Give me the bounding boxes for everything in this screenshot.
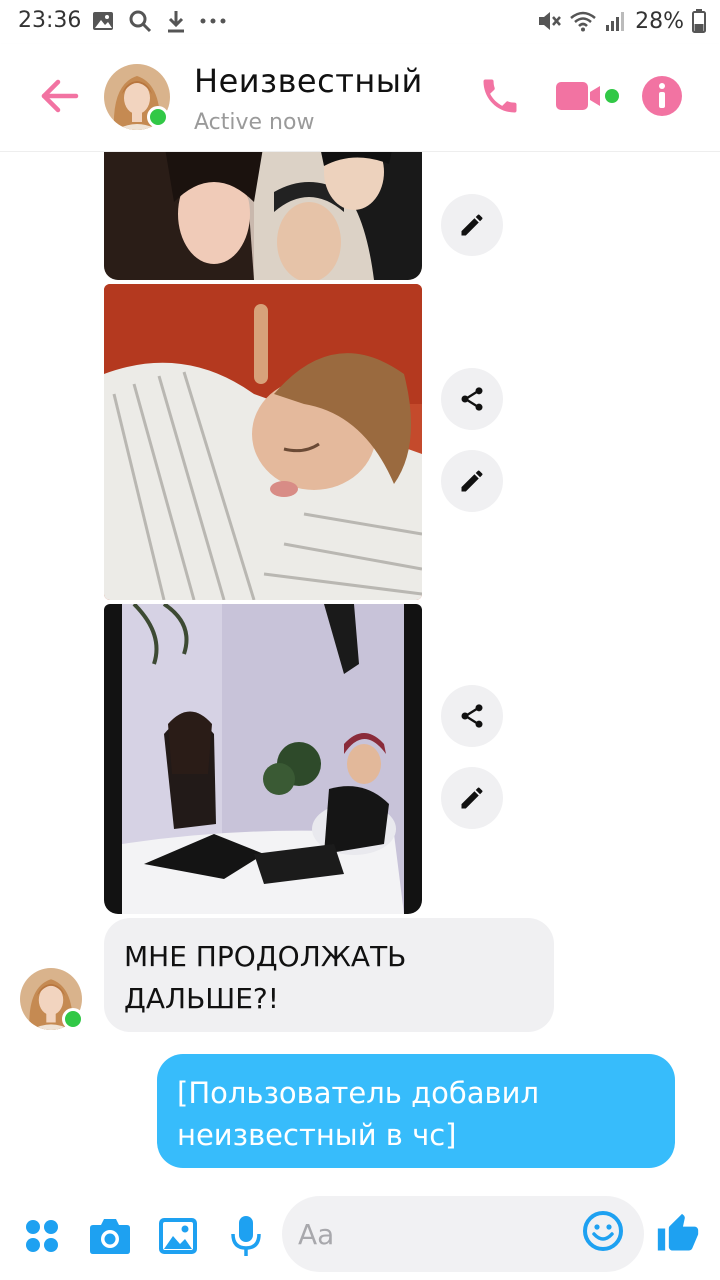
- microphone-icon: [231, 1216, 261, 1256]
- voice-call-button[interactable]: [476, 72, 524, 120]
- presence-status: Active now: [194, 110, 315, 135]
- back-arrow-icon: [41, 79, 79, 113]
- status-notifications: [92, 8, 226, 34]
- image-notification-icon: [93, 12, 113, 30]
- video-call-button[interactable]: [552, 72, 622, 120]
- battery-percent: 28%: [635, 8, 684, 34]
- status-system-icons: 28%: [537, 8, 706, 34]
- share-photo-button[interactable]: [441, 368, 503, 430]
- contact-name[interactable]: Неизвестный: [194, 62, 423, 100]
- photo-message[interactable]: [104, 284, 422, 600]
- sender-online-indicator: [62, 1008, 84, 1030]
- more-notifications-icon: [200, 18, 226, 24]
- conversation-info-button[interactable]: [640, 72, 684, 120]
- photo-message[interactable]: [104, 152, 422, 280]
- thumbs-up-icon: [657, 1213, 699, 1251]
- conversation-header: Неизвестный Active now: [0, 44, 720, 152]
- outgoing-message-bubble[interactable]: [Пользователь добавил неизвестный в чс]: [157, 1054, 675, 1168]
- gallery-icon: [159, 1218, 197, 1254]
- search-notification-icon: [129, 10, 152, 33]
- gallery-button[interactable]: [156, 1214, 200, 1258]
- like-button[interactable]: [654, 1210, 702, 1258]
- online-indicator: [147, 106, 169, 128]
- phone-icon: [483, 79, 517, 113]
- pencil-icon: [461, 214, 483, 236]
- download-notification-icon: [168, 11, 184, 33]
- emoji-button[interactable]: [582, 1210, 630, 1258]
- back-button[interactable]: [38, 74, 82, 118]
- status-bar: 23:36 28%: [0, 0, 720, 44]
- more-actions-button[interactable]: [20, 1214, 64, 1258]
- incoming-message-bubble[interactable]: МНЕ ПРОДОЛЖАТЬ ДАЛЬШЕ?!: [104, 918, 554, 1032]
- camera-icon: [90, 1219, 130, 1254]
- message-list[interactable]: МНЕ ПРОДОЛЖАТЬ ДАЛЬШЕ?! [Пользователь до…: [0, 152, 720, 1194]
- message-input[interactable]: [298, 1214, 568, 1254]
- edit-photo-button[interactable]: [441, 767, 503, 829]
- voice-message-button[interactable]: [224, 1214, 268, 1258]
- status-time: 23:36: [18, 8, 82, 33]
- wifi-icon: [570, 11, 596, 32]
- battery-icon: [692, 9, 706, 33]
- share-photo-button[interactable]: [441, 685, 503, 747]
- apps-icon: [26, 1220, 58, 1252]
- video-camera-icon: [556, 82, 619, 110]
- info-icon: [642, 76, 682, 116]
- share-icon: [461, 704, 483, 728]
- message-composer: [0, 1194, 720, 1280]
- mute-icon: [539, 12, 562, 30]
- share-icon: [461, 387, 483, 411]
- pencil-icon: [461, 787, 483, 809]
- emoji-icon: [583, 1211, 623, 1251]
- edit-photo-button[interactable]: [441, 194, 503, 256]
- camera-button[interactable]: [88, 1214, 132, 1258]
- edit-photo-button[interactable]: [441, 450, 503, 512]
- signal-icon: [606, 12, 625, 31]
- outgoing-message-text: [Пользователь добавил неизвестный в чс]: [177, 1076, 540, 1152]
- message-input-container: [282, 1196, 644, 1272]
- incoming-message-text: МНЕ ПРОДОЛЖАТЬ ДАЛЬШЕ?!: [124, 940, 407, 1015]
- pencil-icon: [461, 470, 483, 492]
- photo-message[interactable]: [104, 604, 422, 914]
